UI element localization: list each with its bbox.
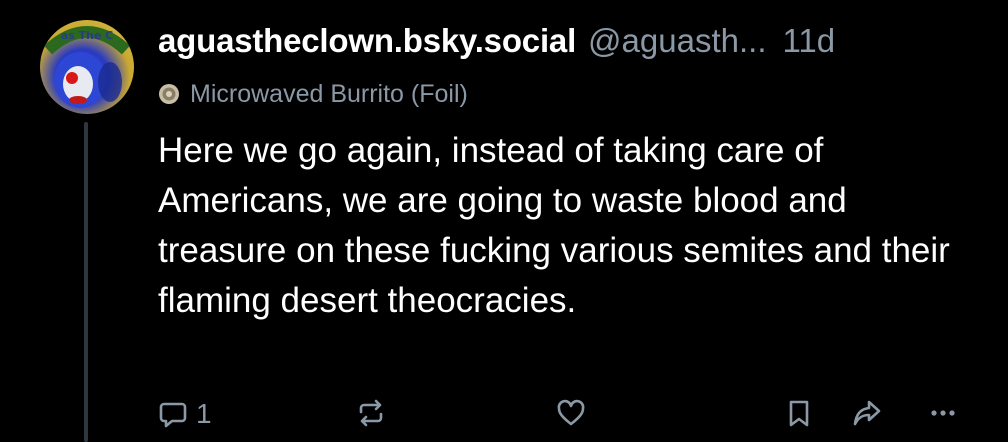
post-actions: 1: [158, 398, 978, 438]
avatar-banner-text: as The C: [61, 29, 114, 42]
burrito-badge-icon: [158, 83, 180, 105]
post-card[interactable]: as The C aguastheclown.bsky.social @agua…: [0, 0, 1008, 442]
more-options-button[interactable]: [928, 398, 958, 428]
share-icon: [852, 398, 882, 428]
reply-button[interactable]: 1: [158, 398, 212, 430]
thread-line: [84, 122, 88, 442]
repost-icon: [356, 398, 386, 428]
reply-count: 1: [196, 398, 212, 429]
post-header: aguastheclown.bsky.social @aguasth... 11…: [158, 22, 988, 66]
share-button[interactable]: [852, 398, 882, 428]
user-badge: Microwaved Burrito (Foil): [158, 78, 468, 110]
like-icon: [556, 398, 586, 428]
badge-label: Microwaved Burrito (Foil): [190, 79, 468, 108]
repost-button[interactable]: [356, 398, 386, 428]
bookmark-button[interactable]: [784, 398, 814, 428]
clown-avatar-icon: as The C: [43, 26, 131, 108]
bookmark-icon: [784, 398, 814, 428]
author-handle[interactable]: @aguasth...: [588, 22, 766, 60]
post-text: Here we go again, instead of taking care…: [158, 131, 950, 320]
avatar[interactable]: as The C: [40, 20, 134, 114]
author-display-name[interactable]: aguastheclown.bsky.social: [158, 22, 576, 60]
like-button[interactable]: [556, 398, 586, 428]
more-icon: [928, 398, 958, 428]
reply-icon: [158, 399, 188, 429]
post-age[interactable]: 11d: [783, 22, 836, 60]
